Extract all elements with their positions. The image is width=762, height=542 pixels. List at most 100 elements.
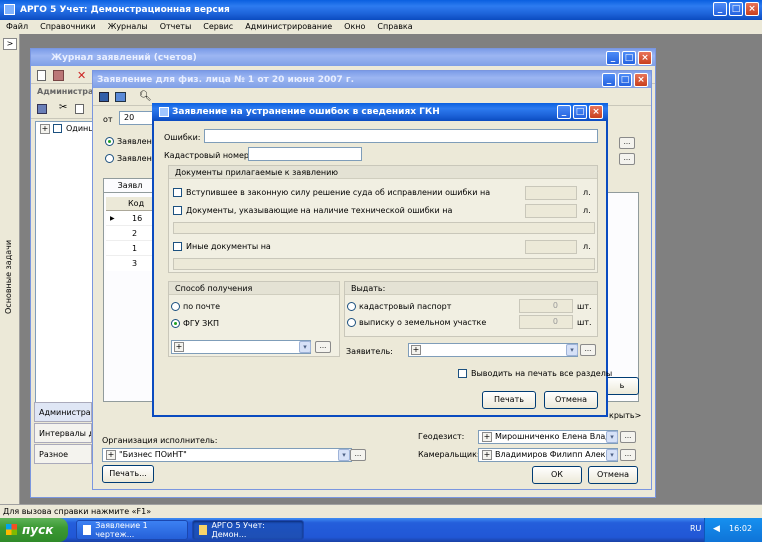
from-date-input[interactable]: 20 bbox=[119, 111, 153, 125]
tab-application[interactable]: Заявл bbox=[103, 178, 157, 192]
menu-references[interactable]: Справочники bbox=[40, 20, 96, 34]
application-close-button[interactable]: × bbox=[634, 73, 648, 87]
org-browse-button[interactable]: ... bbox=[350, 449, 366, 461]
fgu-indicator[interactable] bbox=[171, 319, 180, 328]
print-all-indicator[interactable] bbox=[458, 369, 467, 378]
applicant-browse-button[interactable]: ... bbox=[580, 344, 596, 356]
org-dropdown-icon[interactable]: ▾ bbox=[338, 449, 350, 461]
side-tab-intervals[interactable]: Интервалы да bbox=[34, 423, 92, 443]
dialog-minimize-button[interactable]: _ bbox=[557, 105, 571, 119]
dialog-cancel-button[interactable]: Отмена bbox=[544, 391, 598, 409]
app-print-button[interactable]: Печать... bbox=[102, 465, 154, 483]
sidebar-toggle-button[interactable]: > bbox=[3, 38, 17, 50]
cameral-add-icon[interactable]: + bbox=[482, 450, 492, 460]
dialog-print-button[interactable]: Печать bbox=[482, 391, 536, 409]
dialog-close-button[interactable]: × bbox=[589, 105, 603, 119]
new-doc-icon[interactable] bbox=[37, 70, 46, 81]
method-browse-button[interactable]: ... bbox=[315, 341, 331, 353]
partial-button[interactable]: ь bbox=[605, 377, 639, 395]
by-mail-indicator[interactable] bbox=[171, 302, 180, 311]
menu-reports[interactable]: Отчеты bbox=[160, 20, 192, 34]
app-preview-icon[interactable]: 🔍︎ bbox=[139, 91, 152, 102]
browse-button-1[interactable]: ... bbox=[619, 137, 635, 149]
cameral-dropdown-icon[interactable]: ▾ bbox=[606, 449, 618, 461]
app-cancel-button[interactable]: Отмена bbox=[588, 466, 638, 484]
doc2-text-input[interactable] bbox=[173, 222, 595, 234]
menu-journals[interactable]: Журналы bbox=[108, 20, 148, 34]
geodesist-dropdown-icon[interactable]: ▾ bbox=[606, 431, 618, 443]
journal-close-button[interactable]: × bbox=[638, 51, 652, 65]
radio-fgu[interactable]: ФГУ ЗКП bbox=[171, 319, 219, 328]
speaker-icon[interactable]: ◀ bbox=[713, 524, 720, 534]
browse-button-2[interactable]: ... bbox=[619, 153, 635, 165]
doc1-pages-input[interactable] bbox=[525, 186, 577, 200]
menu-file[interactable]: Файл bbox=[6, 20, 28, 34]
task-button-1[interactable]: Заявление 1 чертеж... bbox=[76, 520, 188, 540]
doc2-checkbox[interactable]: Документы, указывающие на наличие технич… bbox=[173, 206, 452, 215]
clock[interactable]: 16:02 bbox=[729, 524, 752, 533]
cadastral-input[interactable] bbox=[248, 147, 362, 161]
passport-indicator[interactable] bbox=[347, 302, 356, 311]
applicant-combo[interactable]: + bbox=[408, 343, 578, 357]
application-minimize-button[interactable]: _ bbox=[602, 73, 616, 87]
geodesist-browse-button[interactable]: ... bbox=[620, 431, 636, 443]
extract-indicator[interactable] bbox=[347, 318, 356, 327]
dialog-maximize-button[interactable]: □ bbox=[573, 105, 587, 119]
journal-minimize-button[interactable]: _ bbox=[606, 51, 620, 65]
doc3-text-input[interactable] bbox=[173, 258, 595, 270]
side-tab-misc[interactable]: Разное bbox=[34, 444, 92, 464]
method-combo[interactable]: + bbox=[171, 340, 311, 354]
cameral-browse-button[interactable]: ... bbox=[620, 449, 636, 461]
radio-passport[interactable]: кадастровый паспорт bbox=[347, 302, 451, 311]
org-add-icon[interactable]: + bbox=[106, 450, 116, 460]
geodesist-add-icon[interactable]: + bbox=[482, 432, 492, 442]
delete-icon[interactable]: ✕ bbox=[77, 69, 86, 82]
doc2-pages-input[interactable] bbox=[525, 204, 577, 218]
radio-1-indicator[interactable] bbox=[105, 137, 114, 146]
doc1-check-indicator[interactable] bbox=[173, 188, 182, 197]
org-combo[interactable]: + "Бизнес ПОиНТ" bbox=[102, 448, 352, 462]
method-add-icon[interactable]: + bbox=[174, 342, 184, 352]
applicant-dropdown-icon[interactable]: ▾ bbox=[566, 344, 578, 356]
expand-icon[interactable]: + bbox=[40, 124, 50, 134]
save-icon[interactable] bbox=[37, 104, 47, 114]
task-button-2[interactable]: АРГО 5 Учет: Демон... bbox=[192, 520, 304, 540]
passport-count-input[interactable]: 0 bbox=[519, 299, 573, 313]
journal-maximize-button[interactable]: □ bbox=[622, 51, 636, 65]
collapse-link[interactable]: крыть> bbox=[609, 411, 641, 420]
extract-count-input[interactable]: 0 bbox=[519, 315, 573, 329]
radio-extract[interactable]: выписку о земельном участке bbox=[347, 318, 486, 327]
doc1-checkbox[interactable]: Вступившее в законную силу решение суда … bbox=[173, 188, 490, 197]
radio-application-1[interactable]: Заявлен bbox=[105, 137, 152, 146]
app-ok-button[interactable]: ОК bbox=[532, 466, 582, 484]
copy-icon[interactable] bbox=[75, 104, 84, 114]
doc3-checkbox[interactable]: Иные документы на bbox=[173, 242, 271, 251]
tree-checkbox[interactable] bbox=[53, 124, 62, 133]
method-dropdown-icon[interactable]: ▾ bbox=[299, 341, 311, 353]
radio-by-mail[interactable]: по почте bbox=[171, 302, 220, 311]
maximize-button[interactable]: □ bbox=[729, 2, 743, 16]
close-button[interactable]: × bbox=[745, 2, 759, 16]
menu-admin[interactable]: Администрирование bbox=[245, 20, 332, 34]
cut-icon[interactable]: ✂ bbox=[59, 102, 67, 113]
geodesist-combo[interactable]: + Мирошниченко Елена Владими bbox=[478, 430, 618, 444]
errors-input[interactable] bbox=[204, 129, 598, 143]
doc3-pages-input[interactable] bbox=[525, 240, 577, 254]
app-open-icon[interactable] bbox=[115, 92, 126, 102]
side-tab-admin[interactable]: Администра bbox=[34, 402, 92, 422]
sidebar-label[interactable]: Основные задачи bbox=[4, 240, 13, 314]
application-maximize-button[interactable]: □ bbox=[618, 73, 632, 87]
doc3-check-indicator[interactable] bbox=[173, 242, 182, 251]
language-indicator[interactable]: RU bbox=[690, 524, 701, 533]
menu-window[interactable]: Окно bbox=[344, 20, 365, 34]
tree-item[interactable]: + Одинцо bbox=[36, 122, 99, 136]
cameral-combo[interactable]: + Владимиров Филипп Алексан bbox=[478, 448, 618, 462]
print-all-checkbox[interactable]: Выводить на печать все разделы bbox=[458, 369, 612, 378]
app-save-icon[interactable] bbox=[99, 92, 109, 102]
radio-2-indicator[interactable] bbox=[105, 154, 114, 163]
menu-help[interactable]: Справка bbox=[377, 20, 412, 34]
start-button[interactable]: пуск bbox=[0, 518, 68, 542]
radio-application-2[interactable]: Заявлен bbox=[105, 154, 152, 163]
applicant-add-icon[interactable]: + bbox=[411, 345, 421, 355]
minimize-button[interactable]: _ bbox=[713, 2, 727, 16]
